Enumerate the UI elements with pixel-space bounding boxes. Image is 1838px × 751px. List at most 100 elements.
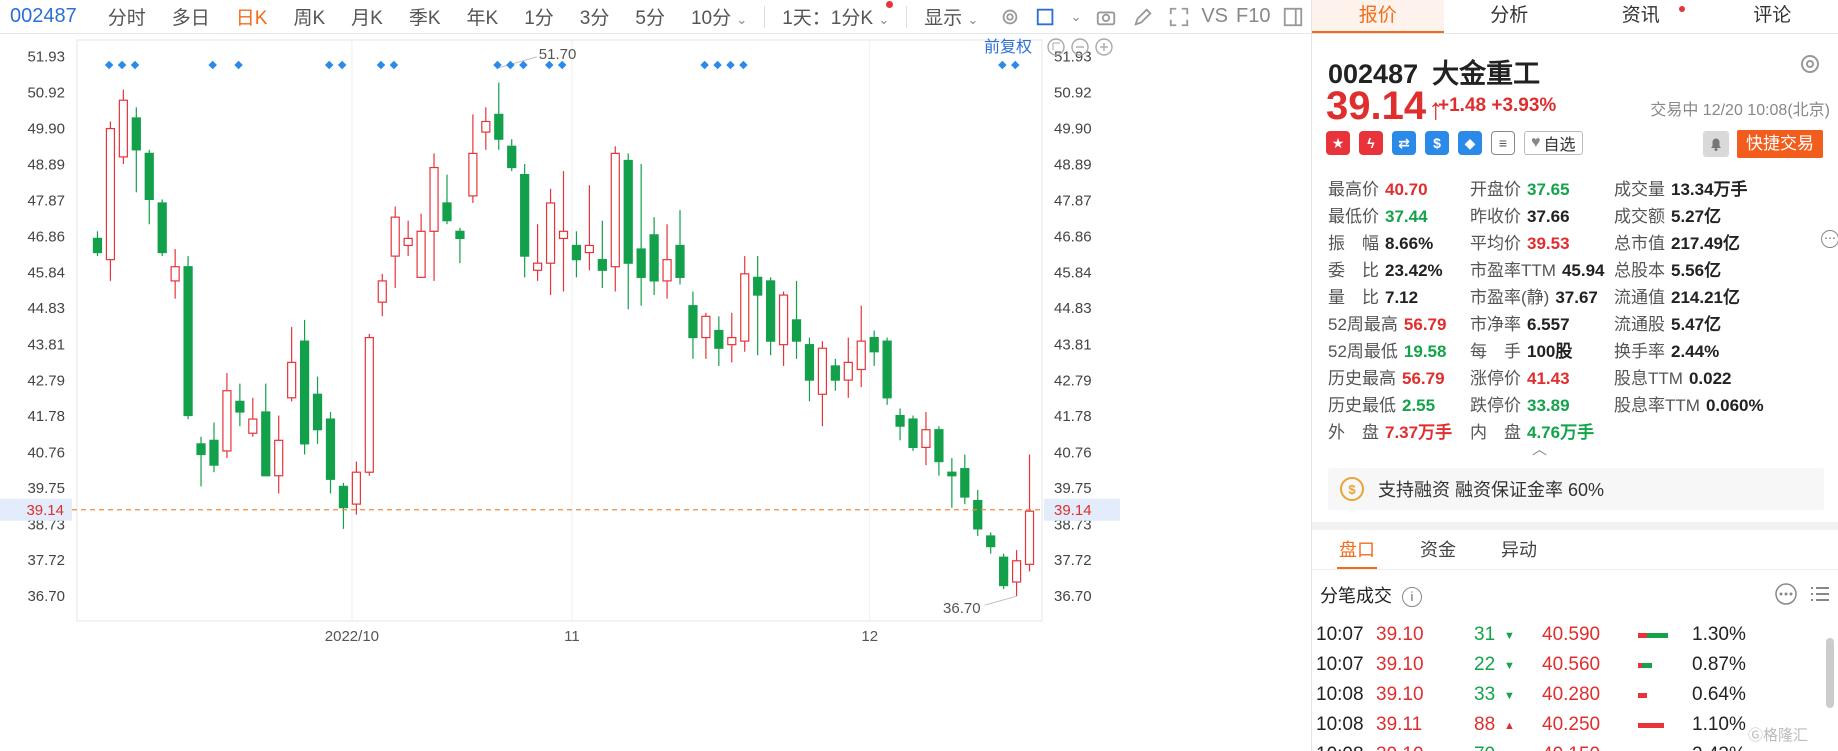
y-axis-label-left: 47.87 [27,192,65,209]
tab-news[interactable]: 资讯 [1575,0,1707,33]
chart-overlay: 39.14 39.14 51.70 36.70 前复权 [0,38,1120,617]
adjust-label[interactable]: 前复权 [984,38,1032,56]
tab-quarterly-k[interactable]: 季K [409,3,441,30]
y-axis-label-left: 50.92 [27,84,65,101]
stat-row: 历史最高 56.79 [1328,365,1488,392]
trading-status: 交易中 12/20 10:08(北京) [1650,102,1830,119]
vs-button[interactable]: VS [1201,5,1228,28]
shuffle-icon[interactable]: ⇄ [1392,131,1416,155]
quick-trade-button[interactable]: 快捷交易 [1737,130,1823,158]
tab-quote[interactable]: 报价 [1312,0,1444,33]
info-icon[interactable]: i [1402,587,1422,608]
y-axis-label-right: 39.75 [1054,480,1092,497]
stat-row: 市净率 6.557 [1470,311,1630,338]
settings-icon[interactable] [997,4,1022,30]
tag-icon[interactable]: ◆ [1458,131,1482,155]
stat-value: 2.55 [1402,396,1436,415]
candle-body [584,244,595,254]
stat-row: 总股本 5.56亿 [1614,257,1774,284]
candle-body [170,266,180,282]
tab-weekly-k[interactable]: 周K [293,3,325,30]
more-icon[interactable] [1774,582,1798,606]
fullscreen-icon[interactable] [1167,4,1192,30]
tab-duori[interactable]: 多日 [172,3,210,30]
list-icon[interactable] [1808,582,1832,606]
triangle-down-icon: ▼ [1504,690,1515,702]
tick-price: 39.11 [1376,714,1423,735]
sidebar-toggle-icon[interactable] [1280,4,1305,30]
stat-label: 市净率 [1470,315,1521,334]
stat-label: 流通股 [1614,315,1665,334]
period-select[interactable]: 1天：1分K ⌄ [782,1,894,30]
tab-comments[interactable]: 评论 [1707,0,1838,33]
tab-anomaly[interactable]: 异动 [1499,530,1539,569]
f10-button[interactable]: F10 [1236,5,1270,28]
tab-1min[interactable]: 1分 [524,3,554,30]
stat-label: 最高价 [1328,180,1379,199]
tick-volume: 88 [1474,714,1496,735]
stat-row: 外 盘 7.37万手 [1328,419,1488,446]
chevron-down-icon: ⌄ [878,12,890,27]
dollar-icon[interactable]: $ [1425,131,1449,155]
document-icon[interactable]: ≡ [1491,131,1515,155]
tick-order-price: 40.150 [1542,744,1600,751]
lightning-icon[interactable]: ϟ [1359,131,1383,155]
candle-body [973,499,983,530]
tab-daily-k[interactable]: 日K [236,3,268,30]
event-marker-icon [1011,60,1020,70]
candle-body [753,276,763,296]
tab-analysis[interactable]: 分析 [1444,0,1576,33]
candle-body [714,329,724,349]
gear-icon[interactable] [1798,52,1822,76]
tick-volume: 79 [1474,744,1495,751]
low-label: 36.70 [943,600,981,617]
y-axis-label-right: 40.76 [1054,444,1092,461]
stat-row: 内 盘 4.76万手 [1470,419,1630,446]
add-watchlist-button[interactable]: ♥ 自选 [1524,131,1583,155]
tab-3min[interactable]: 3分 [580,3,610,30]
tab-monthly-k[interactable]: 月K [351,3,383,30]
y-axis-label-right: 47.87 [1054,192,1092,209]
display-menu[interactable]: 显示 ⌄ [924,3,978,30]
tab-yearly-k[interactable]: 年K [467,3,499,30]
stat-row: 开盘价 37.65 [1470,176,1630,203]
stat-label: 历史最低 [1328,396,1396,415]
stat-row: 昨收价 37.66 [1470,203,1630,230]
stat-value: 0.022 [1688,369,1732,388]
tick-ratio-bar [1638,633,1668,638]
chevron-down-icon[interactable]: ⌄ [1070,4,1082,30]
event-marker-icon [998,60,1007,70]
candle-body [274,439,284,477]
chevron-up-icon[interactable]: ︿ [1532,438,1547,459]
stat-value: 37.44 [1385,207,1428,226]
low-pointer [984,595,1017,606]
candlestick-chart[interactable]: 2022/10 11 1251.93 51.9350.92 50.9249.90 49.9… [0,35,1311,751]
candle-body [287,361,297,399]
y-axis-label-right: 37.72 [1054,552,1092,569]
tab-fenshi[interactable]: 分时 [108,3,146,30]
price-change: +1.48 +3.93% [1438,95,1557,116]
tick-order-price: 40.250 [1542,714,1601,735]
candle-body [183,266,193,417]
stat-value: 56.79 [1402,369,1445,388]
draw-box-icon[interactable] [1034,4,1059,30]
china-flag-icon[interactable]: ★ [1326,131,1350,155]
scrollbar[interactable] [1826,638,1834,708]
candle-body [636,248,646,278]
notification-dot [886,1,894,8]
stat-value: 7.37万手 [1385,423,1453,442]
tab-funds[interactable]: 资金 [1418,530,1458,569]
tab-10min[interactable]: 10分 ⌄ [691,3,747,30]
candle-body [1024,510,1035,565]
tab-order-book[interactable]: 盘口 [1337,530,1377,569]
info-icon[interactable]: ⋯ [1821,230,1838,248]
candle-body [623,159,633,264]
pen-icon[interactable] [1130,4,1155,30]
tab-5min[interactable]: 5分 [635,3,665,30]
logo-icon: Ⓖ [1748,727,1764,744]
bell-icon[interactable] [1703,131,1729,157]
zoom-in-icon[interactable] [1095,38,1113,56]
y-axis-label-left: 43.81 [27,336,65,353]
candle-body [507,145,517,169]
camera-icon[interactable] [1094,4,1119,30]
